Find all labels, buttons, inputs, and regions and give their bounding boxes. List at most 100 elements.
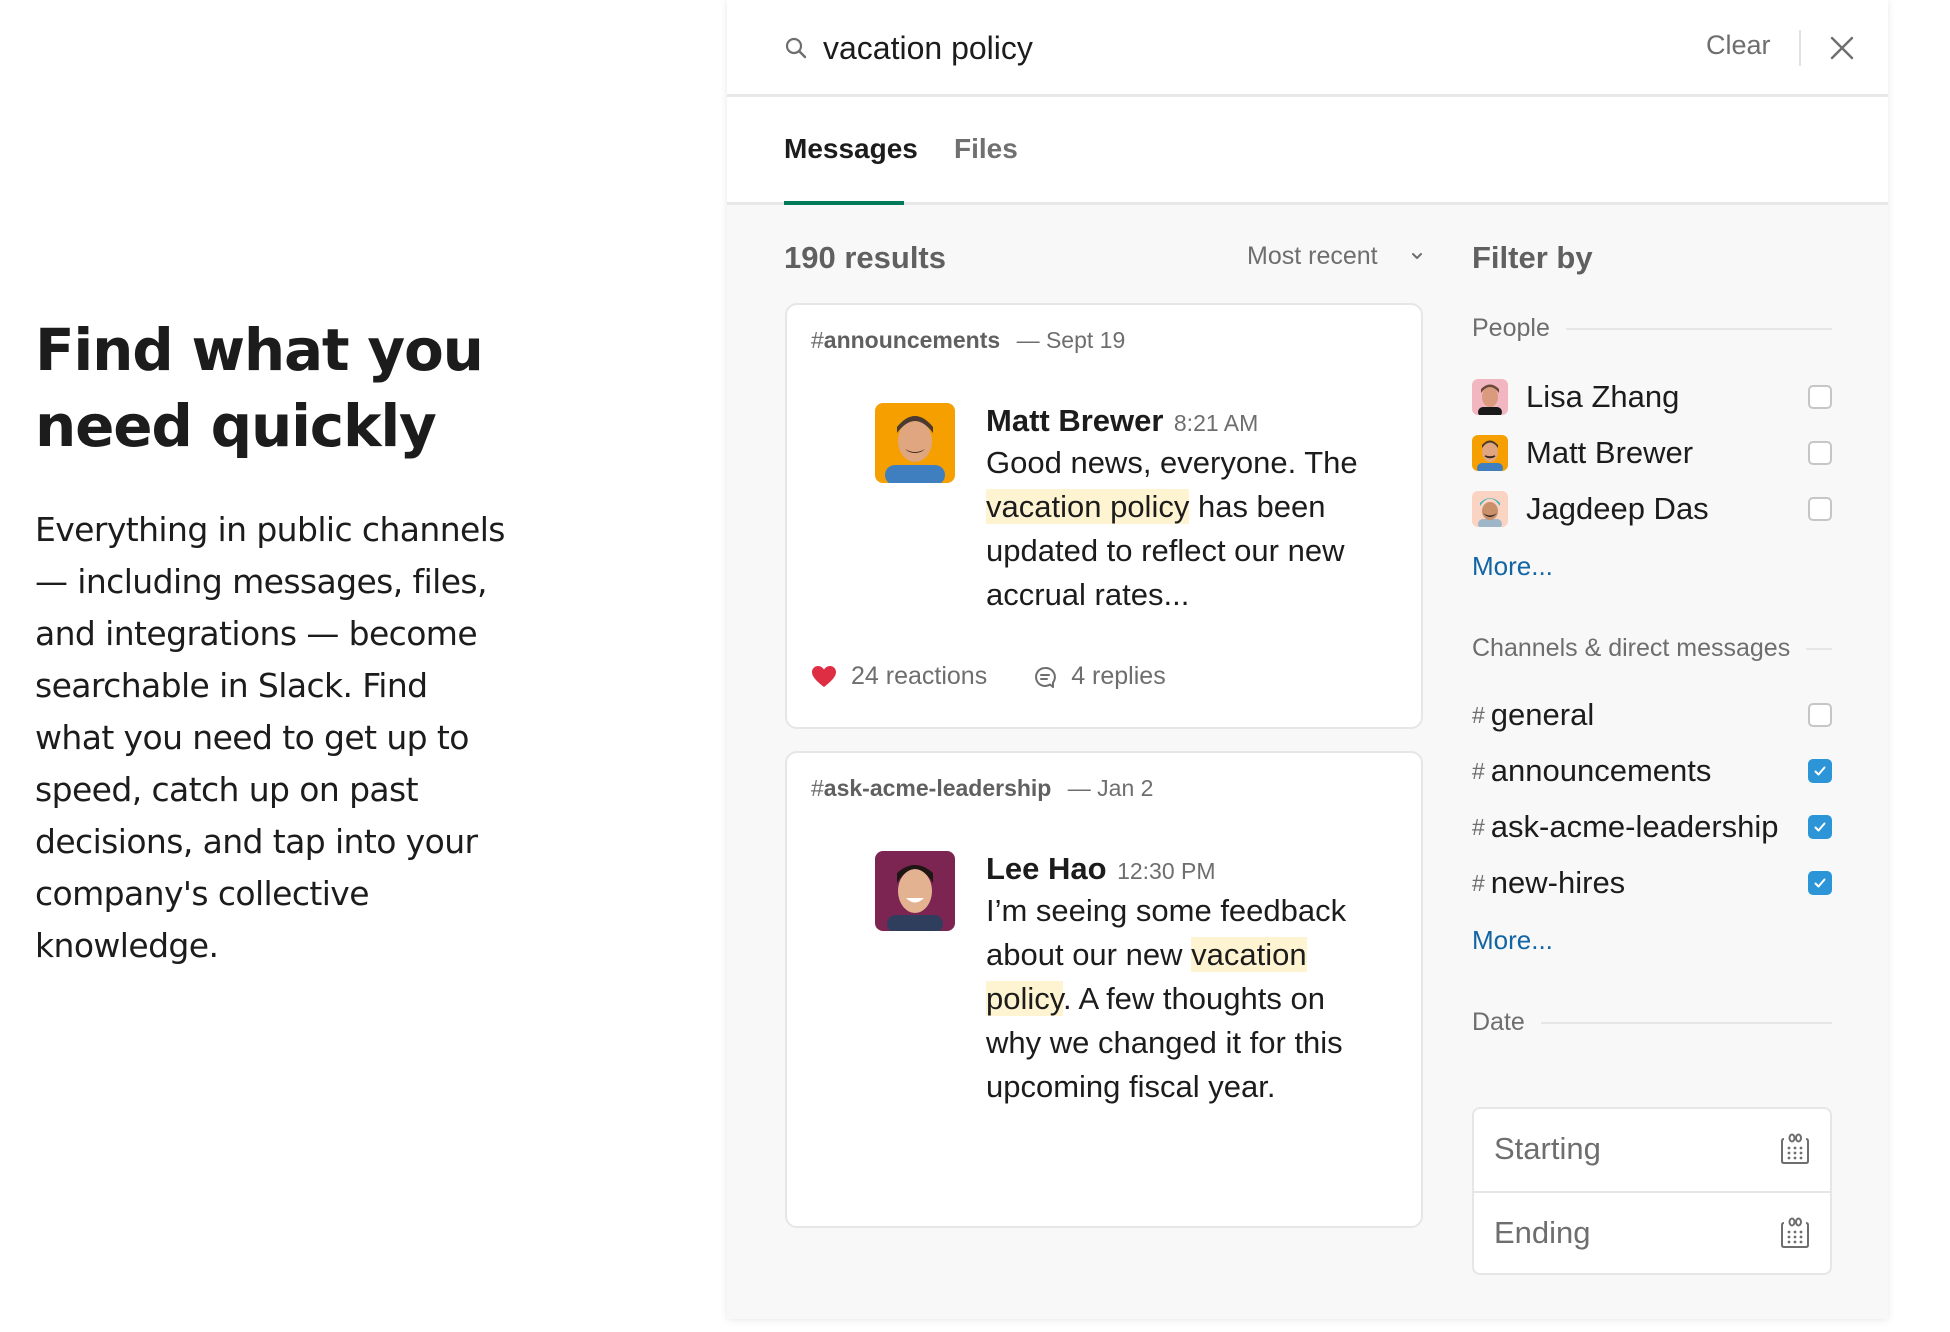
tab-bar: Messages Files [727,97,1888,205]
calendar-icon[interactable] [1780,1133,1810,1165]
message-author[interactable]: Matt Brewer [986,403,1163,438]
reactions-count[interactable]: 24 reactions [851,662,987,691]
search-panel: Clear Messages Files 190 results Most re… [727,0,1888,1319]
calendar-icon[interactable] [1780,1217,1810,1249]
message-text: I’m seeing some feedback about our new v… [986,889,1386,1109]
filter-title: Filter by [1472,240,1593,275]
date-end-row [1474,1191,1830,1273]
search-result-card[interactable]: #announcements — Sept 19 Matt Brewer 8:2… [785,303,1423,729]
message-text-part: Good news, everyone. The [986,445,1358,480]
message-footer: 24 reactions 4 replies [811,662,1166,691]
channels-more-link[interactable]: More... [1472,925,1832,956]
filter-person-row[interactable]: Jagdeep Das [1472,481,1832,537]
result-channel-header: #announcements — Sept 19 [811,327,1125,354]
avatar[interactable] [875,403,955,483]
intro-body: Everything in public channels — includin… [35,510,505,965]
date-end-input[interactable] [1494,1211,1754,1255]
filter-channel-row[interactable]: # general [1472,687,1832,743]
hash-icon: # [811,775,824,801]
intro-section: Find what you need quickly Everything in… [35,312,505,972]
result-channel-name[interactable]: ask-acme-leadership [824,775,1052,801]
chevron-down-icon[interactable] [1410,249,1424,263]
reply-bubble-icon [1035,666,1057,688]
search-result-card[interactable]: #ask-acme-leadership — Jan 2 Lee Hao 12:… [785,751,1423,1228]
checkmark-icon [1814,822,1826,832]
message: Matt Brewer 8:21 AM Good news, everyone.… [986,403,1386,617]
section-label-text: Channels & direct messages [1472,634,1791,662]
result-channel-header: #ask-acme-leadership — Jan 2 [811,775,1153,802]
divider [1565,327,1832,330]
filter-sidebar: Filter by People Lisa Zhang Matt Brewer … [1472,240,1832,1275]
hash-icon: # [811,327,824,353]
divider [1540,1021,1832,1024]
result-channel-name[interactable]: announcements [824,327,1000,353]
message: Lee Hao 12:30 PM I’m seeing some feedbac… [986,851,1386,1109]
person-avatar-icon [875,851,955,931]
search-bar: Clear [727,0,1888,97]
avatar [1472,491,1508,527]
channel-checkbox[interactable] [1808,815,1832,839]
filter-channel-row[interactable]: # new-hires [1472,855,1832,911]
person-checkbox[interactable] [1808,385,1832,409]
clear-button[interactable]: Clear [1706,30,1771,61]
avatar [1472,379,1508,415]
results-count: 190 results [784,240,946,275]
replies-count[interactable]: 4 replies [1071,662,1166,691]
filter-person-row[interactable]: Matt Brewer [1472,425,1832,481]
close-icon[interactable] [1829,35,1855,61]
avatar[interactable] [875,851,955,931]
channel-name: general [1490,697,1595,732]
person-avatar-icon [1472,379,1508,415]
intro-heading: Find what you need quickly [35,316,484,460]
person-checkbox[interactable] [1808,497,1832,521]
people-more-link[interactable]: More... [1472,551,1832,582]
tab-messages[interactable]: Messages [784,133,918,165]
active-tab-indicator [784,201,904,205]
tab-files[interactable]: Files [954,133,1018,165]
heart-icon[interactable] [811,665,837,689]
sort-dropdown[interactable]: Most recent [1247,242,1378,271]
person-name: Matt Brewer [1526,435,1694,470]
people-section-label: People [1472,314,1832,343]
section-label-text: Date [1472,1008,1525,1036]
filter-person-row[interactable]: Lisa Zhang [1472,369,1832,425]
channels-section-label: Channels & direct messages [1472,634,1832,663]
search-input[interactable] [823,24,1623,72]
divider [1799,30,1801,66]
message-time[interactable]: 12:30 PM [1117,858,1215,884]
channel-name: announcements [1490,753,1712,788]
search-highlight: vacation policy [986,489,1190,524]
section-label-text: People [1472,314,1550,342]
tab-label: Messages [784,133,918,164]
person-name: Jagdeep Das [1526,491,1709,526]
date-section-label: Date [1472,1008,1832,1037]
date-start-input[interactable] [1494,1127,1754,1171]
message-time[interactable]: 8:21 AM [1174,410,1258,436]
date-range-box [1472,1107,1832,1275]
channel-checkbox[interactable] [1808,759,1832,783]
search-icon [785,37,807,59]
divider [1806,647,1832,650]
date-start-row [1474,1109,1830,1191]
message-text: Good news, everyone. The vacation policy… [986,441,1386,617]
filter-channel-row[interactable]: # announcements [1472,743,1832,799]
channel-name: ask-acme-leadership [1490,809,1779,844]
result-date: — Sept 19 [1016,327,1126,353]
hash-icon: # [1472,757,1485,784]
filter-channel-row[interactable]: # ask-acme-leadership [1472,799,1832,855]
tab-label: Files [954,133,1018,164]
person-avatar-icon [1472,435,1508,471]
avatar [1472,435,1508,471]
person-avatar-icon [1472,491,1508,527]
channel-checkbox[interactable] [1808,871,1832,895]
message-author[interactable]: Lee Hao [986,851,1107,886]
person-checkbox[interactable] [1808,441,1832,465]
sort-label: Most recent [1247,242,1378,270]
channel-name: new-hires [1490,865,1626,900]
checkmark-icon [1814,878,1826,888]
checkmark-icon [1814,766,1826,776]
channel-checkbox[interactable] [1808,703,1832,727]
result-date: — Jan 2 [1067,775,1154,801]
hash-icon: # [1472,813,1485,840]
person-name: Lisa Zhang [1526,379,1680,414]
